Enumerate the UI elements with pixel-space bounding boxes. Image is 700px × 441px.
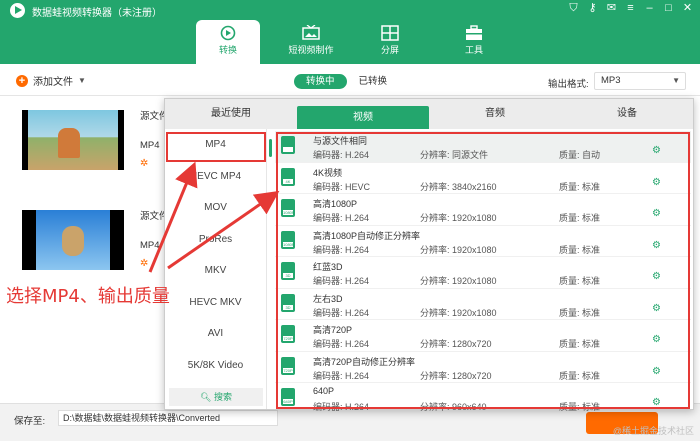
format-item-prores[interactable]: ProRes [165, 224, 266, 256]
tab-short-video[interactable]: 短视频制作 [276, 20, 346, 64]
format-item-mkv[interactable]: MKV [165, 255, 266, 287]
plus-icon: + [16, 74, 28, 87]
highlight-box-mp4 [166, 132, 266, 162]
toolbar: + 添加文件 ▼ 转换中 已转换 输出格式: MP3 ▼ [0, 64, 700, 96]
search-icon: 🔍︎ [200, 392, 214, 402]
format-item-mov[interactable]: MOV [165, 192, 266, 224]
key-icon[interactable]: ⚷ [586, 2, 599, 15]
status-switch: 转换中 已转换 [294, 74, 399, 89]
edit-icon[interactable]: ✲ [140, 158, 148, 169]
annotation-text: 选择MP4、输出质量 [6, 286, 170, 307]
output-format-value: MP3 [601, 75, 621, 86]
tab-short-video-label: 短视频制作 [288, 45, 334, 55]
format-search-button[interactable]: 🔍︎ 搜索 [169, 388, 263, 406]
tab-split-screen-label: 分屏 [380, 45, 399, 55]
app-title: 数据蛙视频转换器（未注册） [32, 8, 162, 19]
toolbox-icon [466, 25, 482, 40]
title-bar: 数据蛙视频转换器（未注册） ⛉ ⚷ ✉ ≡ – □ ✕ 转换 短视频制作 分屏 … [0, 0, 700, 64]
format-item-hevc-mp4[interactable]: HEVC MP4 [165, 161, 266, 193]
tab-tools[interactable]: 工具 [442, 20, 506, 64]
tab-tools-label: 工具 [464, 45, 483, 55]
video-thumbnail [22, 210, 124, 270]
format-list: MP4 HEVC MP4 MOV ProRes MKV HEVC MKV AVI… [165, 129, 267, 409]
tab-convert[interactable]: 转换 [196, 20, 260, 64]
converted-tab[interactable]: 已转换 [347, 74, 400, 89]
output-format-select[interactable]: MP3 ▼ [594, 72, 686, 90]
window-controls: ⛉ ⚷ ✉ ≡ – □ ✕ [567, 2, 694, 15]
add-file-button[interactable]: + 添加文件 ▼ [16, 73, 86, 88]
tab-convert-label: 转换 [218, 45, 237, 55]
save-path-field[interactable]: D:\数据蛙\数据蛙视频转换器\Converted [58, 410, 278, 426]
scrollbar-thumb[interactable] [269, 139, 272, 157]
output-format-label: 输出格式: [548, 79, 589, 90]
highlight-box-presets [276, 132, 690, 409]
close-icon[interactable]: ✕ [681, 2, 694, 15]
tab-recent[interactable]: 最近使用 [165, 99, 297, 129]
video-thumbnail [22, 110, 124, 170]
maximize-icon[interactable]: □ [662, 2, 675, 15]
tab-split-screen[interactable]: 分屏 [358, 20, 422, 64]
cart-icon[interactable]: ⛉ [567, 2, 580, 15]
file-format: MP4 [140, 240, 160, 251]
convert-icon [220, 25, 236, 41]
feedback-icon[interactable]: ✉ [605, 2, 618, 15]
tab-audio[interactable]: 音频 [429, 99, 561, 129]
format-item-avi[interactable]: AVI [165, 318, 266, 350]
grid-icon [381, 25, 399, 41]
file-item[interactable]: 源文件 MP4 ✲ [0, 196, 180, 292]
format-category-tabs: 最近使用 视频 音频 设备 [165, 99, 693, 129]
save-to-label: 保存至: [14, 416, 46, 427]
chevron-down-icon: ▼ [672, 76, 680, 85]
tab-device[interactable]: 设备 [561, 99, 693, 129]
format-item-5k8k[interactable]: 5K/8K Video [165, 350, 266, 382]
menu-icon[interactable]: ≡ [624, 2, 637, 15]
add-file-label: 添加文件 [33, 77, 73, 88]
chevron-down-icon[interactable]: ▼ [78, 76, 86, 85]
edit-icon[interactable]: ✲ [140, 258, 148, 269]
search-label: 搜索 [213, 392, 232, 402]
file-item[interactable]: 源文件 MP4 ✲ [0, 96, 180, 192]
tab-video[interactable]: 视频 [297, 106, 429, 129]
format-item-hevc-mkv[interactable]: HEVC MKV [165, 287, 266, 319]
watermark: @稀土掘金技术社区 [612, 426, 694, 436]
minimize-icon[interactable]: – [643, 2, 656, 15]
app-logo-icon [10, 3, 25, 18]
tv-icon [302, 25, 320, 40]
converting-tab[interactable]: 转换中 [294, 74, 347, 89]
file-format: MP4 [140, 140, 160, 151]
